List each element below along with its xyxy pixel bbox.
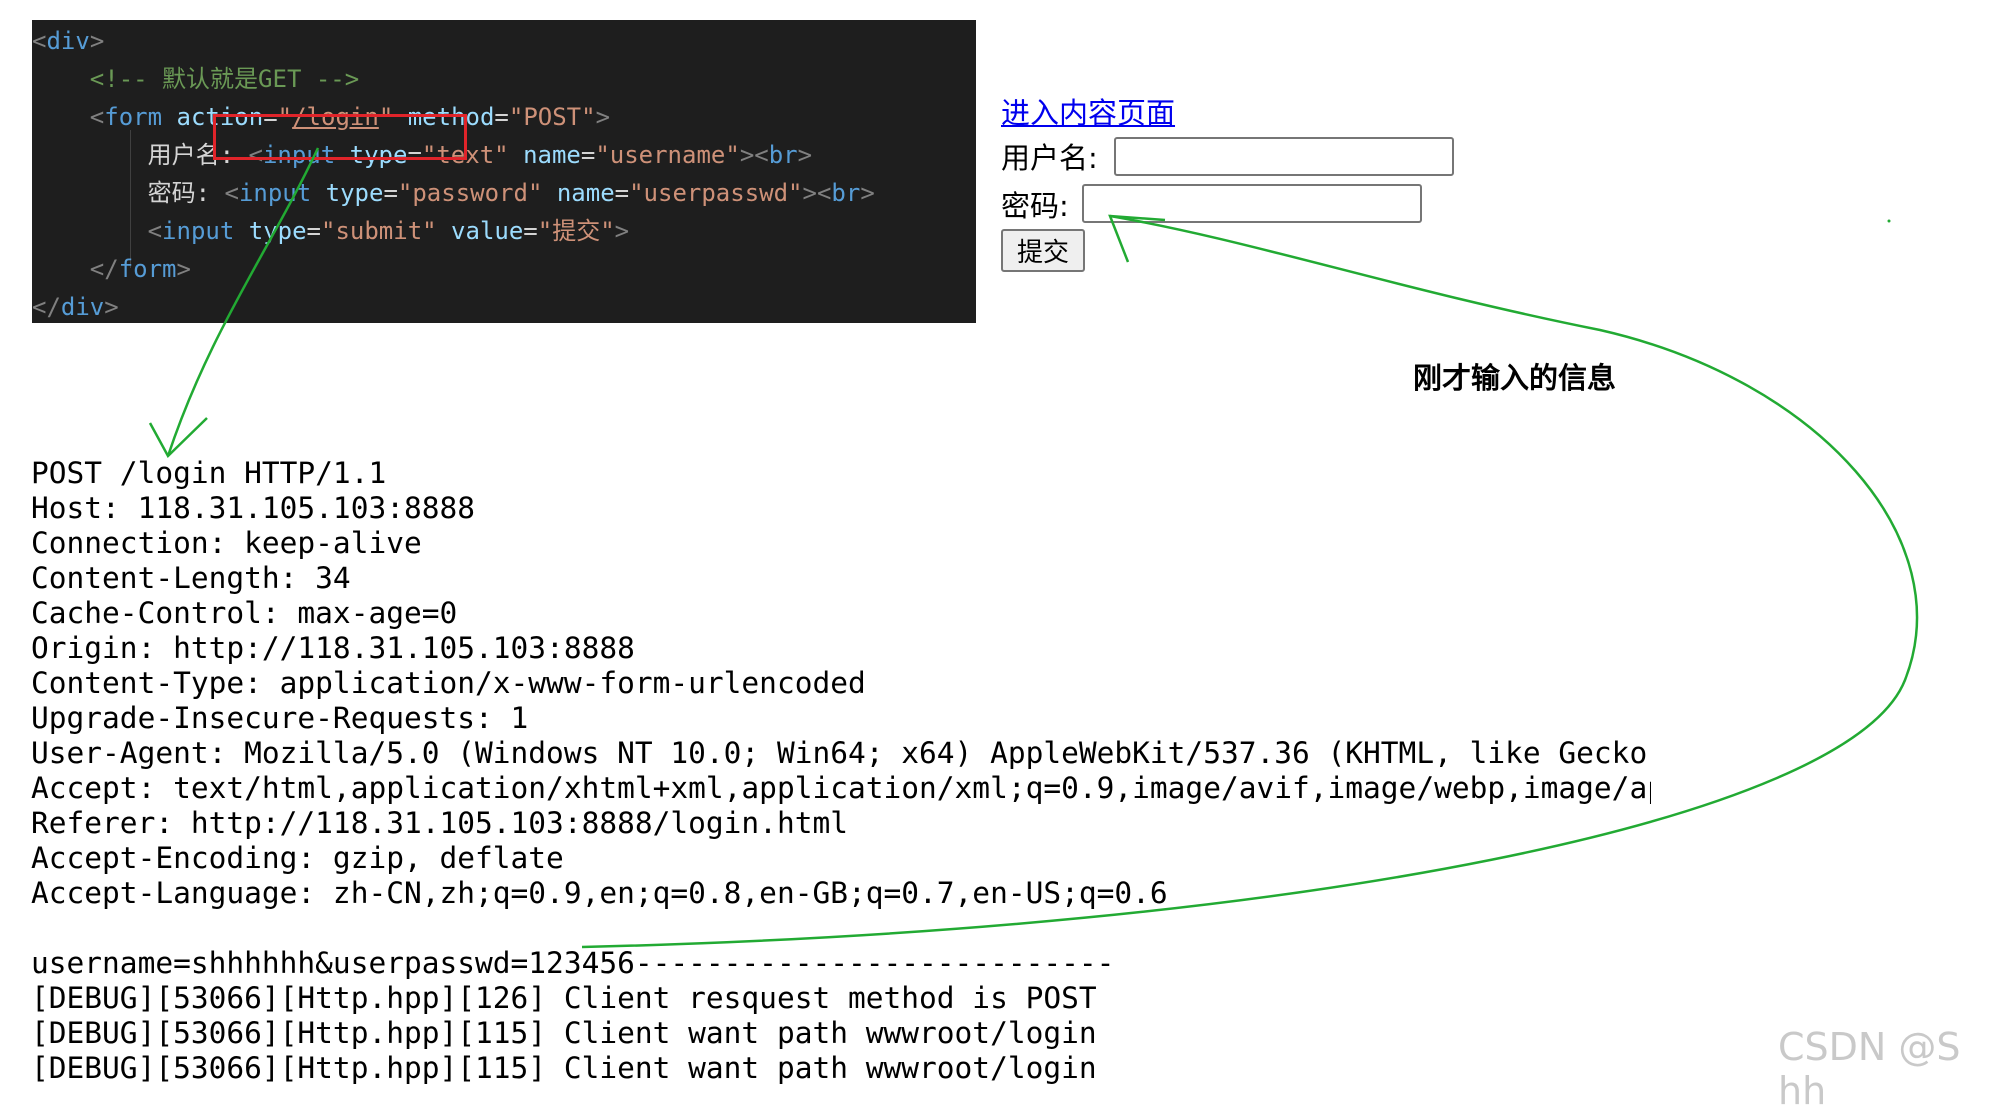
request-line: [DEBUG][53066][Http.hpp][115] Client wan… — [31, 1051, 1097, 1085]
password-input[interactable] — [1082, 184, 1422, 223]
code-line-1: <div> — [32, 27, 105, 55]
request-line: Host: 118.31.105.103:8888 — [31, 491, 476, 525]
code-line-5: 密码: <input type="password" name="userpas… — [147, 179, 875, 207]
request-line: Cache-Control: max-age=0 — [31, 596, 458, 630]
code-line-2: <!-- 默认就是GET --> — [89, 65, 360, 93]
password-label: 密码: — [1001, 189, 1069, 223]
arrow-head-post — [148, 417, 208, 459]
request-line: Accept-Language: zh-CN,zh;q=0.9,en;q=0.8… — [31, 876, 1168, 910]
request-line: POST /login HTTP/1.1 — [31, 456, 387, 490]
code-line-6: <input type="submit" value="提交"> — [147, 217, 630, 245]
request-line: username=shhhhhh&userpasswd=123456------… — [31, 946, 1115, 980]
request-line: Upgrade-Insecure-Requests: 1 — [31, 701, 529, 735]
code-line-3: <form action="/login" method="POST"> — [89, 103, 611, 131]
annotation-label: 刚才输入的信息 — [1413, 361, 1617, 395]
stray-dot — [1887, 219, 1891, 223]
enter-content-link[interactable]: 进入内容页面 — [1001, 90, 1175, 132]
username-label: 用户名: — [1001, 141, 1098, 175]
request-line: Origin: http://118.31.105.103:8888 — [31, 631, 635, 665]
code-line-7: </form> — [89, 255, 191, 283]
request-line — [31, 911, 1651, 946]
request-line: Connection: keep-alive — [31, 526, 422, 560]
request-line: User-Agent: Mozilla/5.0 (Windows NT 10.0… — [31, 736, 1651, 770]
request-line: [DEBUG][53066][Http.hpp][115] Client wan… — [31, 1016, 1097, 1050]
code-line-8: </div> — [32, 293, 119, 321]
username-input[interactable] — [1114, 137, 1454, 176]
submit-button[interactable]: 提交 — [1001, 229, 1085, 272]
form-preview: 进入内容页面 用户名: 密码: 提交 — [1000, 90, 1460, 280]
request-line: [DEBUG][53066][Http.hpp][126] Client res… — [31, 981, 1097, 1015]
watermark: CSDN @S hh — [1778, 1025, 1961, 1113]
request-line: Accept-Encoding: gzip, deflate — [31, 841, 564, 875]
code-editor-panel: <div> <!-- 默认就是GET --> <form action="/lo… — [32, 20, 976, 323]
request-line: Referer: http://118.31.105.103:8888/logi… — [31, 806, 848, 840]
request-line: Accept: text/html,application/xhtml+xml,… — [31, 771, 1651, 805]
code-line-4: 用户名: <input type="text" name="username">… — [147, 141, 813, 169]
request-line: Content-Length: 34 — [31, 561, 351, 595]
request-line: Content-Type: application/x-www-form-url… — [31, 666, 866, 700]
http-request-text: POST /login HTTP/1.1 Host: 118.31.105.103… — [31, 456, 1651, 1086]
